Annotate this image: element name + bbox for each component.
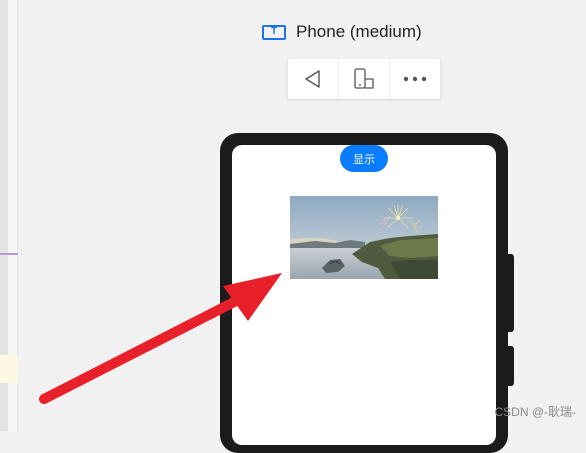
rotate-device-icon xyxy=(354,68,374,89)
rotate-device-button[interactable] xyxy=(339,59,390,99)
left-panel-marker xyxy=(0,253,18,255)
more-button[interactable] xyxy=(390,59,440,99)
more-icon xyxy=(403,76,427,82)
back-icon xyxy=(305,70,320,88)
phone-screen: 显示 xyxy=(232,145,496,445)
text-component-icon: T xyxy=(262,24,286,40)
show-button[interactable]: 显示 xyxy=(340,145,388,172)
device-label: T Phone (medium) xyxy=(262,22,422,42)
device-name: Phone (medium) xyxy=(296,22,422,41)
phone-volume-button xyxy=(508,254,514,332)
left-panel-highlight xyxy=(0,355,18,383)
phone-power-button xyxy=(508,346,514,386)
watermark: CSDN @-耿瑞- xyxy=(494,405,576,419)
fireworks-coast-image xyxy=(290,196,438,279)
back-button[interactable] xyxy=(288,59,339,99)
previewer-toolbar xyxy=(288,59,440,99)
